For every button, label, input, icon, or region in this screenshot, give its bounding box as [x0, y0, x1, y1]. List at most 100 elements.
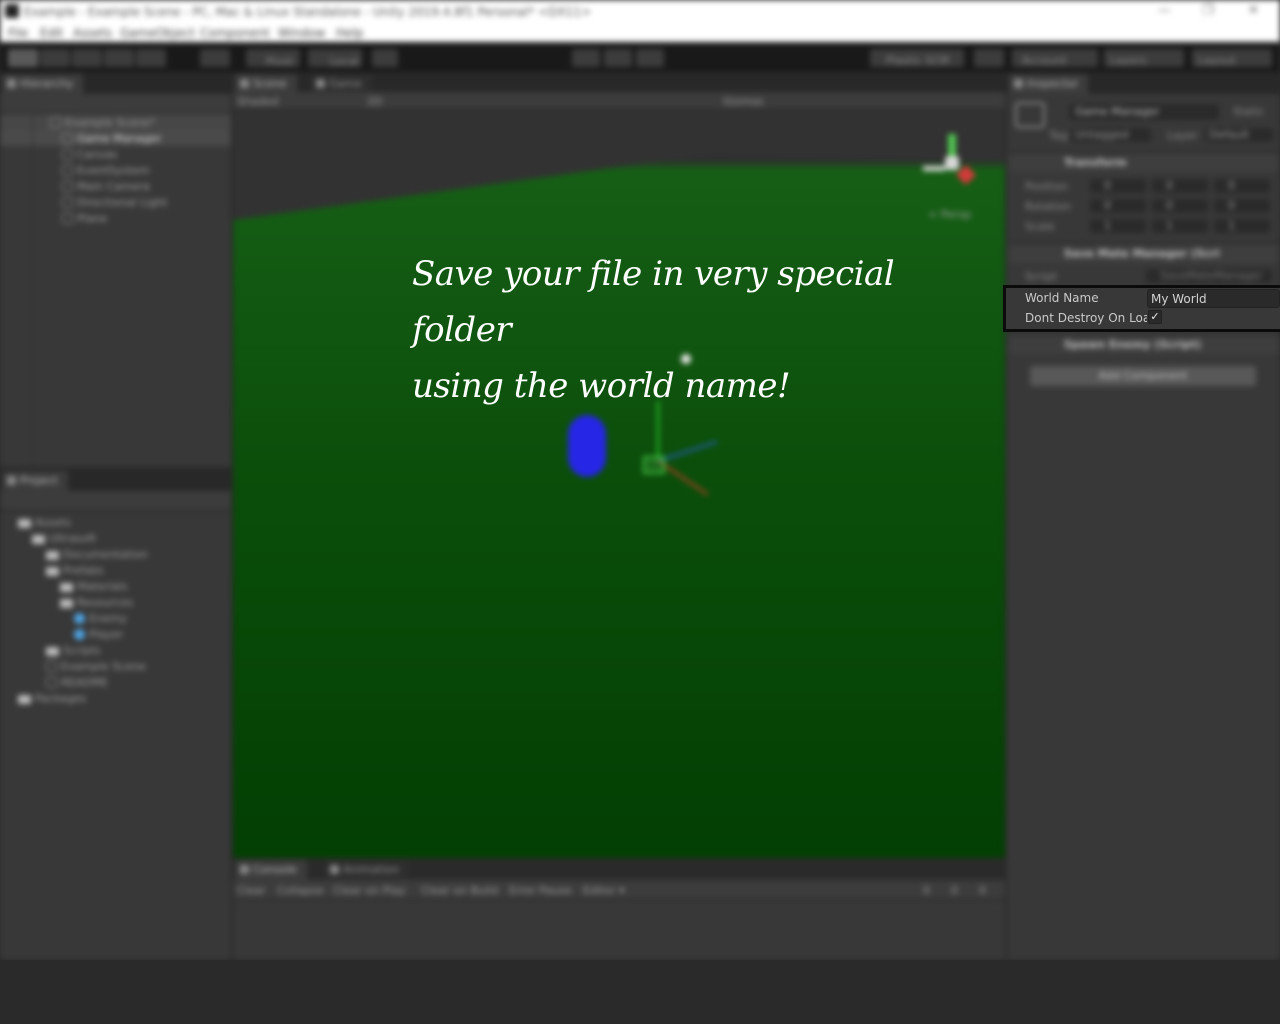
- transform-component-header[interactable]: Transform: [1008, 152, 1280, 172]
- console-clear-on-play-button[interactable]: Clear on Play: [333, 884, 405, 897]
- world-name-input[interactable]: My World: [1147, 289, 1280, 308]
- scene-view[interactable]: < Persp: [233, 110, 1005, 858]
- object-name-field[interactable]: Game Manager: [1069, 104, 1219, 120]
- cloud-button[interactable]: [974, 49, 1004, 67]
- rect-tool-button[interactable]: [136, 49, 166, 67]
- local-label: Local: [330, 55, 359, 68]
- scale-z-field[interactable]: 1: [1214, 219, 1270, 233]
- project-item-documentation[interactable]: Documentation: [46, 548, 148, 561]
- project-item-prefabs[interactable]: Prefabs: [46, 564, 104, 577]
- hierarchy-item-scene[interactable]: Example Scene*: [50, 116, 155, 129]
- project-item-ultrasoft[interactable]: Ultrasoft: [32, 532, 96, 545]
- dont-destroy-on-load-checkbox[interactable]: ✓: [1148, 310, 1162, 324]
- position-x-field[interactable]: 0: [1090, 179, 1146, 193]
- hierarchy-item-plane[interactable]: Plane: [62, 212, 107, 225]
- script-label: Script: [1025, 270, 1057, 283]
- menu-gameobject[interactable]: GameObject: [120, 26, 195, 40]
- gizmos-dropdown[interactable]: Gizmos: [723, 95, 764, 108]
- menu-assets[interactable]: Assets: [73, 26, 112, 40]
- tab-animation[interactable]: Animation: [325, 860, 410, 880]
- hierarchy-item-game-manager[interactable]: Game Manager: [62, 132, 161, 145]
- script-reference-field[interactable]: SaveMateManager: [1146, 269, 1272, 283]
- scale-y-field[interactable]: 1: [1152, 219, 1208, 233]
- position-z-field[interactable]: 0: [1214, 179, 1270, 193]
- spawn-enemy-component-header[interactable]: Spawn Enemy (Script): [1008, 334, 1280, 354]
- scale-tool-button[interactable]: [104, 49, 134, 67]
- play-button[interactable]: [572, 49, 600, 67]
- console-clear-button[interactable]: Clear: [237, 884, 266, 897]
- console-clear-on-build-button[interactable]: Clear on Build: [421, 884, 498, 897]
- menu-component[interactable]: Component: [200, 26, 270, 40]
- window-titlebar: Example - Example Scene - PC, Mac & Linu…: [0, 0, 1280, 24]
- add-component-button[interactable]: Add Component: [1030, 366, 1256, 386]
- console-error-pause-button[interactable]: Error Pause: [509, 884, 572, 897]
- layer-dropdown[interactable]: Default: [1205, 128, 1273, 142]
- move-tool-button[interactable]: [40, 49, 70, 67]
- hierarchy-item-main-camera[interactable]: Main Camera: [62, 180, 150, 193]
- menu-file[interactable]: File: [8, 26, 28, 40]
- hand-tool-button[interactable]: [8, 49, 38, 67]
- console-log-count[interactable]: 0: [923, 884, 930, 897]
- project-item-enemy[interactable]: Enemy: [74, 612, 127, 625]
- tab-inspector[interactable]: Inspector: [1009, 74, 1089, 94]
- console-editor-dropdown[interactable]: Editor ▾: [583, 884, 625, 897]
- layers-label: Layers: [1110, 54, 1147, 67]
- tag-label: Tag: [1049, 129, 1068, 142]
- player-capsule[interactable]: [568, 415, 606, 477]
- project-item-readme[interactable]: README: [46, 676, 108, 689]
- move-gizmo-z-axis[interactable]: [657, 440, 718, 462]
- rotation-label: Rotation: [1025, 200, 1072, 213]
- project-item-player[interactable]: Player: [74, 628, 123, 641]
- gameobject-icon: [1015, 102, 1045, 128]
- move-gizmo-plane-handle[interactable]: [643, 456, 665, 474]
- project-item-scripts[interactable]: Scripts: [46, 644, 101, 657]
- project-item-packages[interactable]: Packages: [18, 692, 86, 705]
- scale-x-field[interactable]: 1: [1090, 219, 1146, 233]
- transform-tool-button[interactable]: [200, 49, 230, 67]
- rotation-x-field[interactable]: 0: [1090, 199, 1146, 213]
- project-item-example-scene[interactable]: Example Scene: [46, 660, 146, 673]
- tab-scene[interactable]: Scene: [235, 74, 297, 94]
- minimize-icon[interactable]: —: [1158, 3, 1171, 18]
- project-item-assets[interactable]: Assets: [18, 516, 71, 529]
- tab-console[interactable]: Console: [235, 860, 307, 880]
- shading-mode-dropdown[interactable]: Shaded: [237, 95, 278, 108]
- menu-edit[interactable]: Edit: [40, 26, 63, 40]
- console-collapse-button[interactable]: Collapse: [277, 884, 324, 897]
- project-item-resources[interactable]: Resources: [60, 596, 133, 609]
- tag-dropdown[interactable]: Untagged: [1071, 128, 1151, 142]
- perspective-label[interactable]: < Persp: [928, 208, 971, 221]
- step-button[interactable]: [636, 49, 664, 67]
- close-icon[interactable]: ✕: [1248, 3, 1259, 18]
- save-mate-manager-component-header[interactable]: Save Mate Manager (Scri: [1008, 243, 1280, 263]
- 2d-toggle[interactable]: 2D: [367, 95, 382, 108]
- tab-project[interactable]: Project: [2, 471, 68, 491]
- rotation-y-field[interactable]: 0: [1152, 199, 1208, 213]
- menu-help[interactable]: Help: [336, 26, 363, 40]
- scene-tabstrip: Scene Game: [233, 72, 1005, 94]
- hierarchy-item-canvas[interactable]: Canvas: [62, 148, 117, 161]
- static-toggle[interactable]: Static: [1233, 105, 1264, 118]
- console-error-count[interactable]: 0: [979, 884, 986, 897]
- snap-button[interactable]: [372, 49, 398, 67]
- position-y-field[interactable]: 0: [1152, 179, 1208, 193]
- hierarchy-item-directional-light[interactable]: Directional Light: [62, 196, 167, 209]
- console-warning-count[interactable]: 0: [951, 884, 958, 897]
- rotate-tool-button[interactable]: [72, 49, 102, 67]
- hierarchy-search-bar[interactable]: [0, 94, 231, 114]
- scale-label: Scale: [1025, 220, 1055, 233]
- tab-hierarchy[interactable]: Hierarchy: [2, 74, 84, 94]
- project-item-materials[interactable]: Materials: [60, 580, 127, 593]
- tab-game[interactable]: Game: [311, 74, 372, 94]
- orientation-gizmo[interactable]: [923, 130, 983, 190]
- move-gizmo-x-axis[interactable]: [657, 460, 709, 496]
- tutorial-caption: Save your file in very special folder us…: [412, 246, 972, 414]
- pivot-label: Pivot: [266, 55, 294, 68]
- menu-window[interactable]: Window: [278, 26, 325, 40]
- account-label: Account: [1022, 54, 1067, 67]
- hierarchy-item-eventsystem[interactable]: EventSystem: [62, 164, 150, 177]
- rotation-z-field[interactable]: 0: [1214, 199, 1270, 213]
- project-search-bar[interactable]: [0, 491, 231, 511]
- maximize-icon[interactable]: ❐: [1202, 3, 1214, 18]
- pause-button[interactable]: [604, 49, 632, 67]
